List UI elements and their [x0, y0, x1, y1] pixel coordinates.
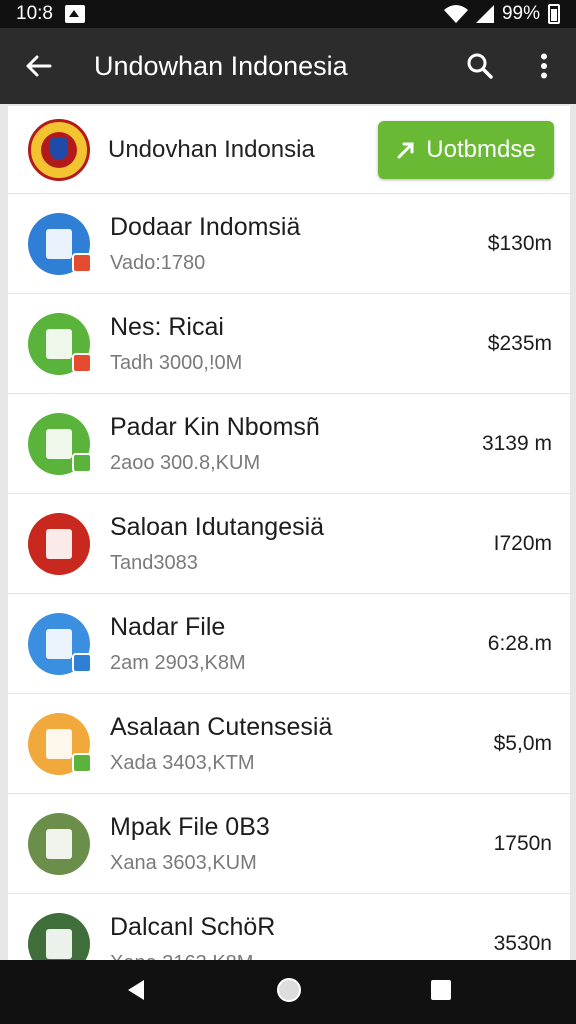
item-subtitle: Tadh 3000,!0M — [110, 351, 243, 374]
list-item[interactable]: Dalcanl SchöR Xana 3163,K8M3530n — [8, 894, 570, 960]
battery-percent: 99% — [501, 3, 540, 24]
item-title: Nadar File — [110, 612, 226, 641]
list-item[interactable]: Nadar File 2am 2903,K8M 6:28.m — [8, 594, 570, 694]
item-text: Saloan Idutangesiä Tand3083 — [110, 513, 494, 575]
arrow-icon — [397, 142, 414, 158]
download-button[interactable]: Uotbmdse — [378, 120, 554, 179]
status-badge-icon — [72, 752, 92, 773]
item-size: 3139 m — [481, 431, 552, 455]
item-subtitle: 2aoo 300.8,KUM — [110, 451, 261, 474]
item-text: Padar Kin Nbomsñ 2aoo 300.8,KUM — [110, 413, 482, 475]
item-text: Nes: Ricai Tadh 3000,!0M — [110, 313, 488, 375]
item-size: $235m — [487, 331, 552, 355]
header-title: Undovhan Indonsia — [108, 135, 315, 163]
status-bar: 10:8 99% — [0, 0, 576, 28]
item-subtitle: Vado:1780 — [110, 251, 206, 274]
item-title: Saloan Idutangesiä — [110, 512, 325, 541]
item-title: Nes: Ricai — [110, 312, 224, 341]
item-text: Asalaan Cutensesiä Xada 3403,KTM — [110, 713, 494, 775]
item-text: Dodaar Indomsiä Vado:1780 — [110, 213, 488, 275]
app-icon — [28, 712, 92, 775]
item-size: $5,0m — [493, 731, 552, 755]
app-icon — [28, 212, 92, 275]
list-item[interactable]: Saloan Idutangesiä Tand3083 I720m — [8, 494, 570, 594]
battery-icon — [548, 4, 560, 24]
status-badge-icon — [72, 452, 92, 473]
download-button-label: Uotbmdse — [426, 135, 536, 163]
toolbar-title: Undowhan Indonesia — [94, 50, 348, 81]
list-item[interactable]: Padar Kin Nbomsñ 2aoo 300.8,KUM 3139 m — [8, 394, 570, 494]
signal-icon — [475, 5, 494, 23]
item-title: Asalaan Cutensesiä — [110, 712, 333, 741]
item-size: 1750n — [493, 831, 552, 855]
app-toolbar: Undowhan Indonesia — [0, 28, 576, 104]
app-icon — [28, 312, 92, 375]
item-size: 6:28.m — [487, 631, 552, 655]
notification-icon — [64, 5, 85, 23]
item-size: I720m — [493, 531, 552, 555]
download-list-card: Undovhan Indonsia Uotbmdse Dodaar Indoms… — [8, 106, 570, 960]
item-size: $130m — [487, 231, 552, 255]
nav-back-icon[interactable] — [124, 978, 148, 1007]
search-icon[interactable] — [448, 28, 512, 104]
nav-home-icon[interactable] — [276, 977, 302, 1008]
list-item[interactable]: Nes: Ricai Tadh 3000,!0M $235m — [8, 294, 570, 394]
navigation-bar — [0, 960, 576, 1024]
wifi-icon — [443, 5, 468, 23]
item-text: Nadar File 2am 2903,K8M — [110, 613, 488, 675]
item-subtitle: Xada 3403,KTM — [110, 751, 255, 774]
status-badge-icon — [72, 352, 92, 373]
item-title: Padar Kin Nbomsñ — [110, 412, 320, 441]
item-text: Dalcanl SchöR Xana 3163,K8M — [110, 913, 494, 961]
overflow-menu-icon[interactable] — [512, 28, 576, 104]
status-badge-icon — [72, 252, 92, 273]
nav-recents-icon[interactable] — [430, 979, 452, 1006]
status-badge-icon — [72, 652, 92, 673]
app-icon — [28, 912, 90, 960]
item-subtitle: Xana 3603,KUM — [110, 851, 257, 874]
item-size: 3530n — [493, 931, 552, 955]
app-icon — [28, 412, 92, 475]
list-item[interactable]: Asalaan Cutensesiä Xada 3403,KTM $5,0m — [8, 694, 570, 794]
item-subtitle: Xana 3163,K8M — [110, 952, 494, 961]
list-header: Undovhan Indonsia Uotbmdse — [8, 106, 570, 194]
item-subtitle: Tand3083 — [110, 551, 198, 574]
app-icon — [28, 612, 92, 675]
back-arrow-icon[interactable] — [0, 28, 76, 104]
status-time: 10:8 — [16, 3, 53, 24]
item-list: Dodaar Indomsiä Vado:1780 $130m Nes: Ricai T… — [8, 194, 570, 960]
item-title: Mpak File 0B3 — [110, 812, 270, 841]
app-icon — [28, 512, 90, 575]
emblem-icon — [28, 118, 90, 181]
app-icon — [28, 812, 90, 875]
list-item[interactable]: Mpak File 0B3 Xana 3603,KUM 1750n — [8, 794, 570, 894]
item-text: Mpak File 0B3 Xana 3603,KUM — [110, 813, 494, 875]
item-subtitle: 2am 2903,K8M — [110, 651, 246, 674]
item-title: Dodaar Indomsiä — [110, 212, 301, 241]
item-title: Dalcanl SchöR — [110, 912, 276, 941]
list-item[interactable]: Dodaar Indomsiä Vado:1780 $130m — [8, 194, 570, 294]
